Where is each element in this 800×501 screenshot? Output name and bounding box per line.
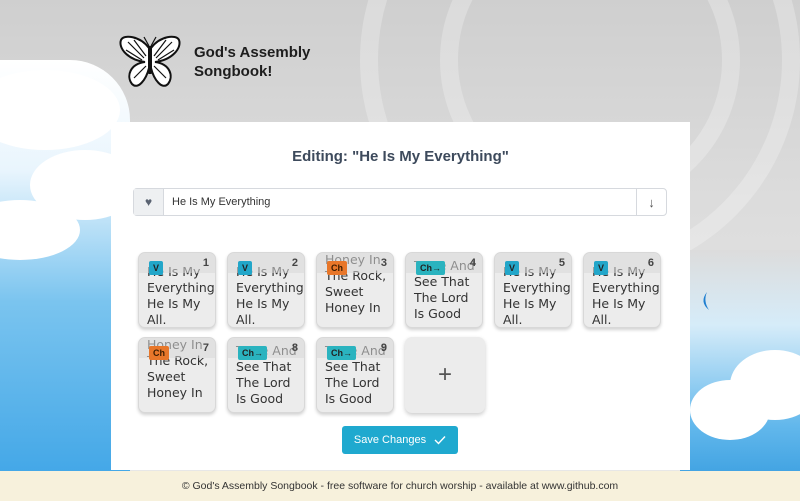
butterfly-icon [119,35,181,87]
save-button-label: Save Changes [353,434,427,446]
section-type-badge: Ch→ [327,346,356,360]
section-type-badge: V [149,261,164,275]
app-brand[interactable]: God's Assembly Songbook! [118,34,324,90]
song-section-tile[interactable]: Taste And See That The Lord Is Good Ch→ … [316,337,394,413]
section-number: 2 [291,257,298,269]
editor-card: Editing: "He Is My Everything" ♥ ↓ He Is… [111,122,690,470]
section-type-badge: Ch [149,346,169,360]
add-section-button[interactable]: + [405,337,485,413]
song-name-field: ♥ ↓ [133,188,667,216]
section-number: 5 [558,257,565,269]
section-type-badge: V [505,261,520,275]
app-title: God's Assembly Songbook! [194,44,311,80]
section-type-badge: Ch→ [416,261,445,275]
heart-icon[interactable]: ♥ [134,189,164,215]
section-type-badge: Ch→ [238,346,267,360]
section-number: 8 [291,342,298,354]
song-section-tile[interactable]: Honey In The Rock, Sweet Honey In Ch 3 [316,252,394,328]
section-number: 4 [469,257,476,269]
save-changes-button[interactable]: Save Changes [342,426,458,454]
song-section-tile[interactable]: Taste And See That The Lord Is Good Ch→ … [405,252,483,328]
swoosh-icon [703,292,709,310]
song-section-tile[interactable]: He Is My Everything, He Is My All. V 1 [138,252,216,328]
section-number: 3 [380,257,387,269]
page-title: Editing: "He Is My Everything" [292,148,509,165]
song-section-tile[interactable]: He Is My Everything, He Is My All. V 5 [494,252,572,328]
check-icon [434,436,446,445]
song-section-tile[interactable]: He Is My Everything, He Is My All. V 6 [583,252,661,328]
plus-icon: + [437,361,452,388]
section-number: 1 [202,257,209,269]
song-section-tile[interactable]: Honey In The Rock, Sweet Honey In Ch 7 [138,337,216,413]
section-number: 6 [647,257,654,269]
song-section-tile[interactable]: He Is My Everything, He Is My All. V 2 [227,252,305,328]
section-number: 7 [202,342,209,354]
footer-text: © God's Assembly Songbook - free softwar… [181,480,619,492]
song-section-tile[interactable]: Taste And See That The Lord Is Good Ch→ … [227,337,305,413]
section-number: 9 [380,342,387,354]
page-footer: © God's Assembly Songbook - free softwar… [0,471,800,501]
arrow-down-icon[interactable]: ↓ [636,189,666,215]
section-type-badge: Ch [327,261,347,275]
section-type-badge: V [238,261,253,275]
song-name-input[interactable] [164,189,636,215]
section-type-badge: V [594,261,609,275]
